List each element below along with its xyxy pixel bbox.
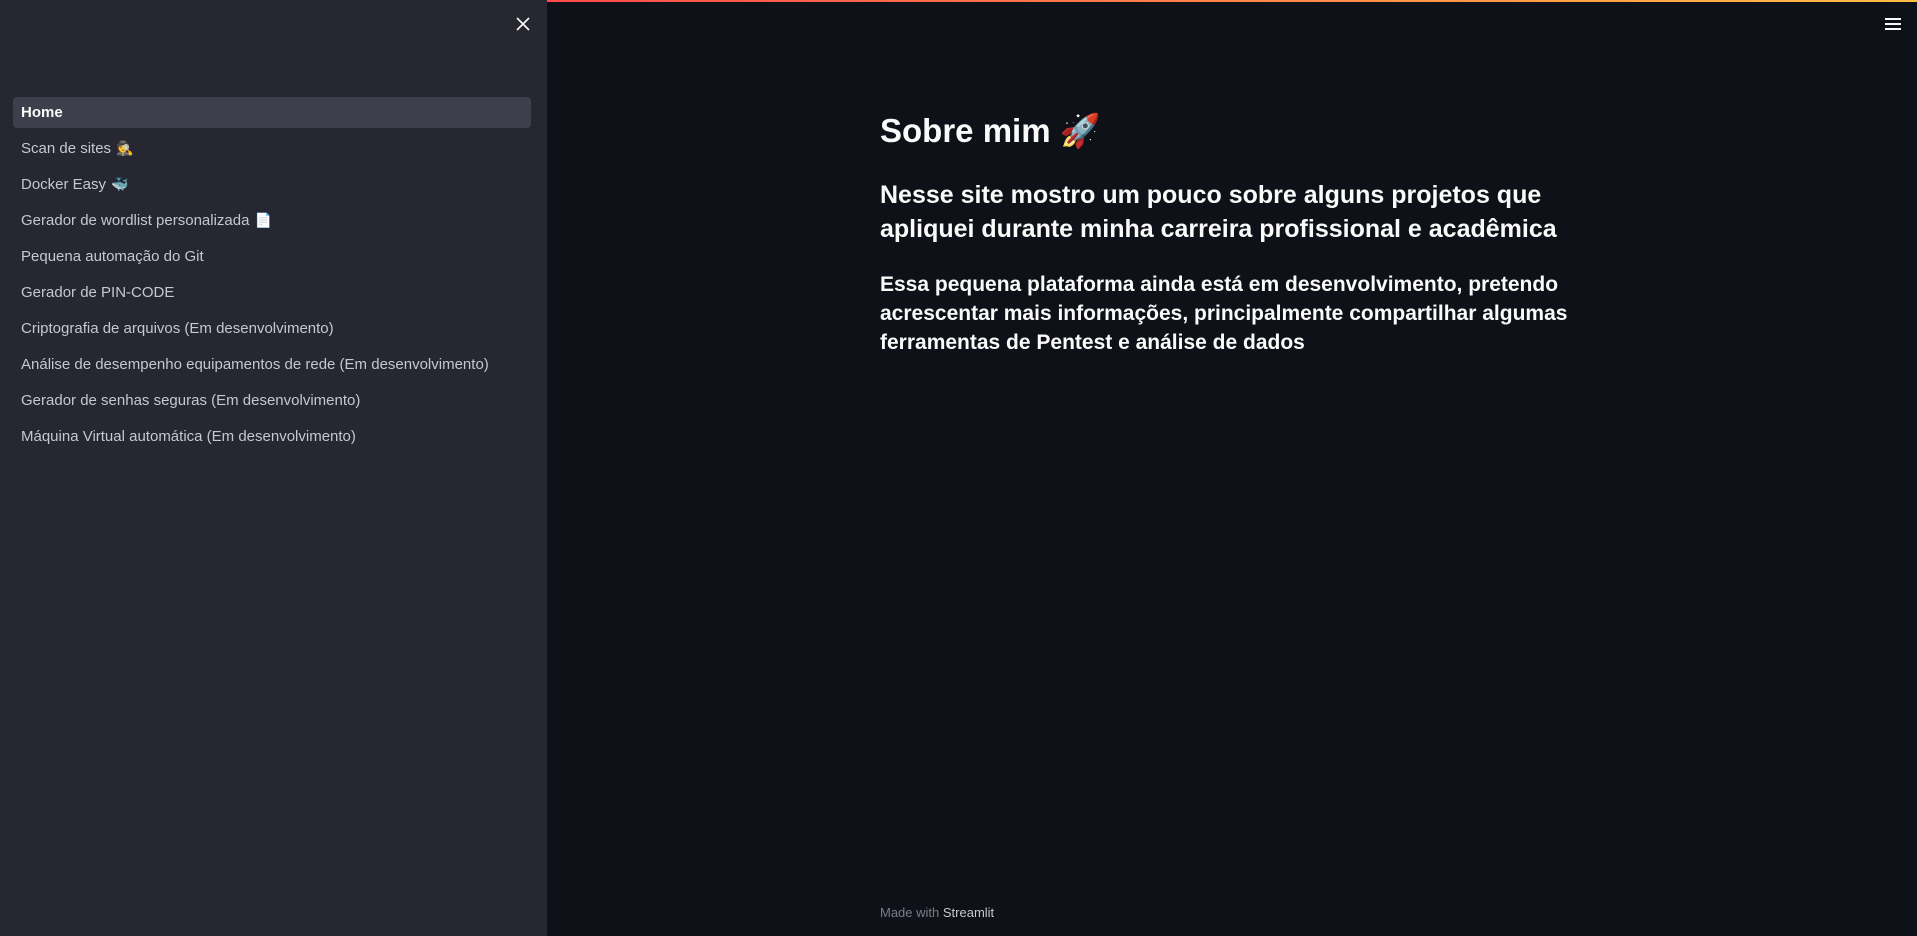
- sidebar: Home Scan de sites 🕵️ Docker Easy 🐳 Gera…: [0, 0, 547, 936]
- close-icon[interactable]: [512, 13, 534, 35]
- sidebar-item-label: Home: [21, 104, 63, 121]
- page-subtitle: Nesse site mostro um pouco sobre alguns …: [880, 181, 1557, 243]
- main-content: Sobre mim 🚀 Nesse site mostro um pouco s…: [880, 108, 1600, 357]
- sidebar-item-label: Gerador de PIN-CODE: [21, 284, 175, 301]
- whale-emoji-icon: 🐳: [111, 176, 129, 192]
- page-title: Sobre mim 🚀: [880, 112, 1101, 149]
- sidebar-item-label: Pequena automação do Git: [21, 248, 204, 265]
- page-emoji-icon: 📄: [254, 212, 272, 228]
- footer-streamlit-link[interactable]: Streamlit: [943, 905, 994, 920]
- sidebar-item-label: Máquina Virtual automática (Em desenvolv…: [21, 428, 356, 445]
- sidebar-item-scan-de-sites[interactable]: Scan de sites 🕵️: [13, 133, 531, 164]
- sidebar-item-label: Gerador de wordlist personalizada: [21, 212, 250, 229]
- sidebar-item-automacao-git[interactable]: Pequena automação do Git: [13, 241, 531, 272]
- sidebar-item-gerador-wordlist[interactable]: Gerador de wordlist personalizada 📄: [13, 205, 531, 236]
- sidebar-item-label: Gerador de senhas seguras (Em desenvolvi…: [21, 392, 361, 409]
- sidebar-item-gerador-senhas[interactable]: Gerador de senhas seguras (Em desenvolvi…: [13, 385, 531, 416]
- sidebar-item-label: Docker Easy: [21, 176, 107, 193]
- sidebar-item-analise-desempenho[interactable]: Análise de desempenho equipamentos de re…: [13, 349, 531, 380]
- top-decoration-line: [547, 0, 1917, 2]
- footer-made-with: Made with: [880, 905, 940, 920]
- sidebar-nav: Home Scan de sites 🕵️ Docker Easy 🐳 Gera…: [13, 97, 531, 457]
- hamburger-menu-icon[interactable]: [1885, 14, 1905, 34]
- sidebar-item-gerador-pin-code[interactable]: Gerador de PIN-CODE: [13, 277, 531, 308]
- detective-emoji-icon: 🕵️: [116, 140, 134, 156]
- sidebar-item-label: Análise de desempenho equipamentos de re…: [21, 356, 489, 373]
- footer: Made with Streamlit: [880, 905, 994, 920]
- app-root: Home Scan de sites 🕵️ Docker Easy 🐳 Gera…: [0, 0, 1917, 936]
- sidebar-item-label: Scan de sites: [21, 140, 112, 157]
- sidebar-item-label: Criptografia de arquivos (Em desenvolvim…: [21, 320, 334, 337]
- sidebar-item-docker-easy[interactable]: Docker Easy 🐳: [13, 169, 531, 200]
- sidebar-item-maquina-virtual[interactable]: Máquina Virtual automática (Em desenvolv…: [13, 421, 531, 452]
- sidebar-item-criptografia[interactable]: Criptografia de arquivos (Em desenvolvim…: [13, 313, 531, 344]
- sidebar-item-home[interactable]: Home: [13, 97, 531, 128]
- page-description: Essa pequena plataforma ainda está em de…: [880, 273, 1568, 354]
